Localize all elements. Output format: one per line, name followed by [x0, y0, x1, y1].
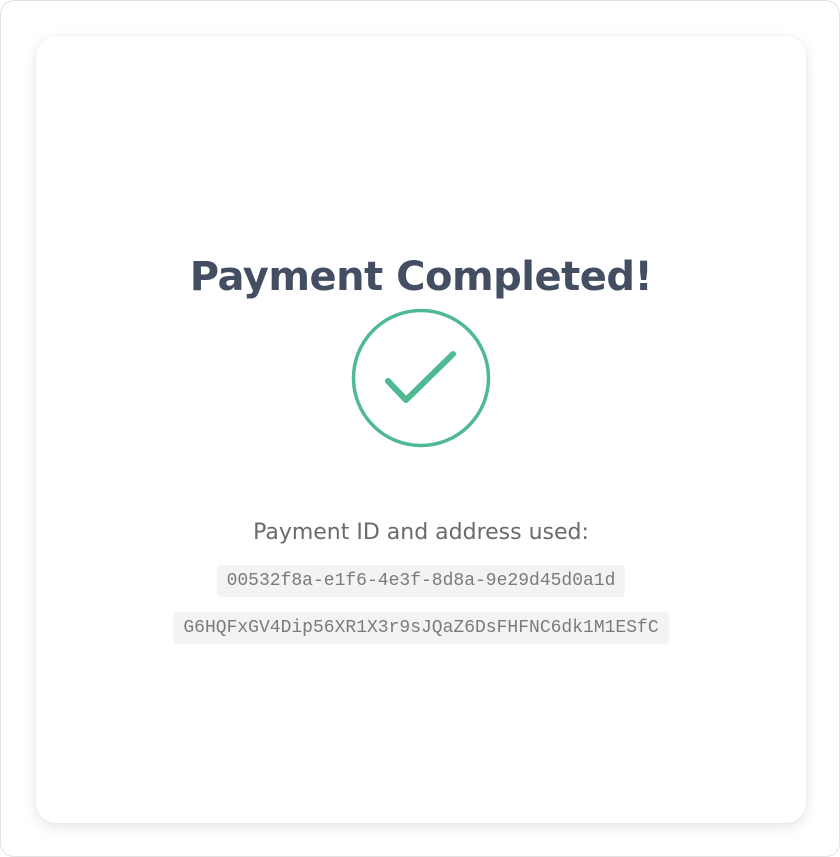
payment-card: Payment Completed! Payment ID and addres…	[36, 36, 806, 823]
check-circle-icon	[351, 308, 491, 448]
page-title: Payment Completed!	[189, 254, 653, 300]
address-row: G6HQFxGV4Dip56XR1X3r9sJQaZ6DsFHFNC6dk1M1…	[36, 612, 806, 644]
payment-id-row: 00532f8a-e1f6-4e3f-8d8a-9e29d45d0a1d	[36, 565, 806, 597]
address-code: G6HQFxGV4Dip56XR1X3r9sJQaZ6DsFHFNC6dk1M1…	[173, 612, 669, 644]
details-label: Payment ID and address used:	[253, 520, 589, 545]
window-frame: Payment Completed! Payment ID and addres…	[0, 0, 840, 857]
payment-id-code: 00532f8a-e1f6-4e3f-8d8a-9e29d45d0a1d	[216, 565, 626, 597]
